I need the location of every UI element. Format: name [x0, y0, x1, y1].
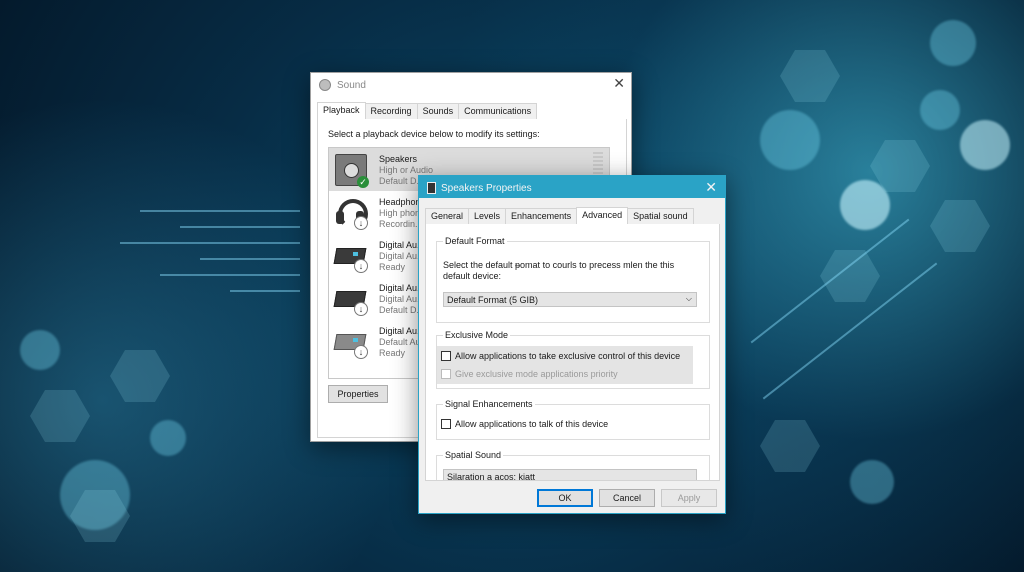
spatial-sound-dropdown[interactable]: Silaration a acos: kiatt	[443, 469, 697, 481]
default-format-description: Select the default ᵽomat to courls to pr…	[443, 260, 675, 281]
speaker-icon: ✓	[335, 154, 369, 188]
tab-general[interactable]: General	[425, 208, 470, 224]
dropdown-value: Default Format (5 GIB)	[447, 294, 539, 305]
tab-recording[interactable]: Recording	[364, 103, 418, 119]
digital-audio-icon: ↓	[333, 326, 368, 359]
tab-playback[interactable]: Playback	[317, 102, 366, 120]
headphones-icon: ↓	[335, 197, 368, 230]
tab-advanced[interactable]: Advanced	[576, 207, 629, 225]
hexagon-shape	[930, 200, 990, 252]
bokeh-light	[960, 120, 1010, 170]
properties-button[interactable]: Properties	[328, 385, 388, 403]
speakers-properties-window: Speakers Properties ✕ General Levels Enh…	[418, 175, 726, 514]
hexagon-shape	[30, 390, 90, 442]
checkbox-box	[441, 369, 451, 379]
checkbox-label: Allow applications to take exclusive con…	[455, 351, 681, 361]
sound-title-bar: Sound	[319, 79, 366, 91]
checkbox-box	[441, 419, 451, 429]
bokeh-light	[850, 460, 894, 504]
apply-button[interactable]: Apply	[661, 489, 717, 507]
download-arrow-icon: ↓	[354, 345, 368, 359]
light-streak	[180, 226, 300, 228]
ok-button[interactable]: OK	[537, 489, 593, 507]
tab-sounds[interactable]: Sounds	[416, 103, 460, 119]
tab-communications[interactable]: Communications	[458, 103, 538, 119]
light-streak	[140, 210, 300, 212]
signal-enhancements-group: Signal Enhancements Allow applications t…	[436, 399, 710, 440]
group-title: Signal Enhancements	[443, 399, 535, 409]
speaker-app-icon	[427, 182, 436, 194]
default-check-icon: ✓	[357, 176, 369, 188]
bokeh-light	[20, 330, 60, 370]
light-streak	[230, 290, 300, 292]
spatial-sound-group: Spatial Sound Silaration a acos: kiatt	[436, 450, 710, 481]
default-format-dropdown[interactable]: Default Format (5 GIB) ⌵	[443, 292, 697, 307]
download-arrow-icon: ↓	[354, 302, 368, 316]
exclusive-mode-group: Exclusive Mode Allow applications to tak…	[436, 330, 710, 389]
properties-title-bar: Speakers Properties ✕	[419, 176, 725, 198]
download-arrow-icon: ↓	[354, 216, 368, 230]
cancel-button[interactable]: Cancel	[599, 489, 655, 507]
light-streak	[120, 242, 300, 244]
group-title: Exclusive Mode	[443, 330, 511, 340]
group-title: Spatial Sound	[443, 450, 504, 460]
playback-instruction: Select a playback device below to modify…	[328, 129, 540, 139]
light-streak	[750, 218, 910, 344]
checkbox-label: Allow applications to talk of this devic…	[455, 419, 609, 429]
group-title: Default Format	[443, 236, 507, 246]
hexagon-shape	[760, 420, 820, 472]
chevron-down-icon: ⌵	[685, 294, 692, 303]
allow-talk-checkbox[interactable]: Allow applications to talk of this devic…	[441, 419, 608, 429]
digital-audio-icon: ↓	[333, 240, 368, 273]
properties-tabs: General Levels Enhancements Advanced Spa…	[425, 206, 719, 225]
default-format-group: Default Format Select the default ᵽomat …	[436, 236, 710, 323]
hexagon-shape	[820, 250, 880, 302]
bokeh-light	[930, 20, 976, 66]
checkbox-label: Give exclusive mode applications priorit…	[455, 369, 618, 379]
dropdown-value: Silaration a acos: kiatt	[447, 471, 536, 481]
bokeh-light	[760, 110, 820, 170]
download-arrow-icon: ↓	[354, 259, 368, 273]
sound-tabs: Playback Recording Sounds Communications	[317, 101, 625, 120]
bokeh-light	[150, 420, 186, 456]
tab-levels[interactable]: Levels	[468, 208, 507, 224]
close-icon[interactable]: ✕	[705, 179, 717, 196]
digital-audio-icon: ↓	[333, 283, 368, 316]
bokeh-light	[920, 90, 960, 130]
advanced-panel: Default Format Select the default ᵽomat …	[425, 224, 720, 481]
properties-title: Speakers Properties	[441, 182, 532, 194]
light-streak	[160, 274, 300, 276]
light-streak	[200, 258, 300, 260]
device-name: Speakers	[379, 154, 418, 164]
checkbox-box	[441, 351, 451, 361]
sound-app-icon	[319, 79, 331, 91]
close-icon[interactable]: ✕	[613, 75, 625, 92]
give-priority-checkbox[interactable]: Give exclusive mode applications priorit…	[441, 369, 618, 379]
sound-title: Sound	[337, 79, 366, 91]
hexagon-shape	[110, 350, 170, 402]
allow-exclusive-checkbox[interactable]: Allow applications to take exclusive con…	[441, 351, 680, 361]
tab-spatial-sound[interactable]: Spatial sound	[627, 208, 694, 224]
tab-enhancements[interactable]: Enhancements	[505, 208, 578, 224]
hexagon-shape	[780, 50, 840, 102]
